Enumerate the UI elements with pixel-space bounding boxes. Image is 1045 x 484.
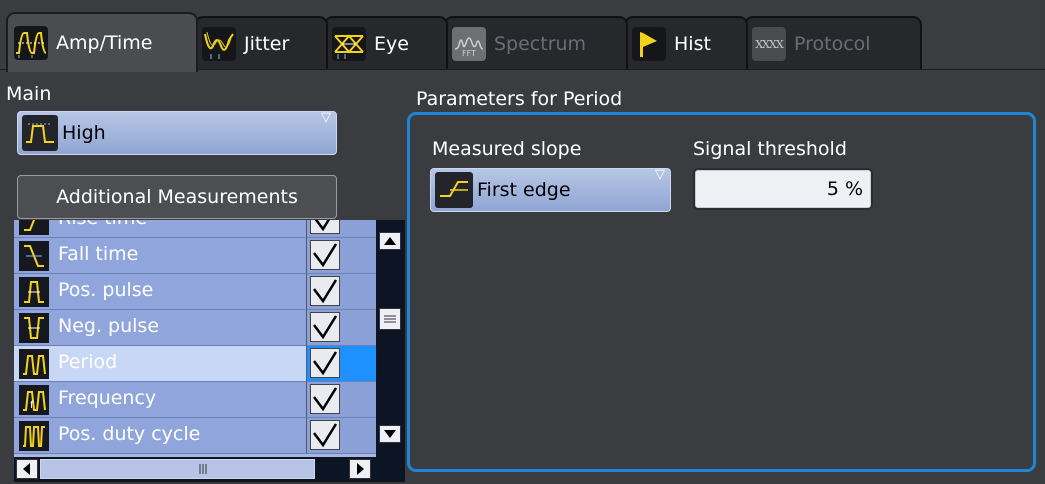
- scroll-left-button[interactable]: [16, 459, 38, 479]
- neg-pulse-icon: [19, 313, 49, 343]
- frequency-icon: f: [19, 385, 49, 415]
- svg-text:f: f: [30, 400, 34, 411]
- list-item[interactable]: Fall time: [14, 238, 376, 274]
- tab-eye[interactable]: Eye: [324, 16, 448, 70]
- rise-time-icon: [19, 220, 49, 235]
- tab-spectrum[interactable]: FFT Spectrum: [444, 16, 628, 70]
- scroll-right-button[interactable]: [349, 459, 371, 479]
- checkbox[interactable]: [310, 240, 340, 270]
- measured-slope-value: First edge: [477, 179, 571, 201]
- horizontal-scrollbar[interactable]: [14, 457, 405, 482]
- checkbox[interactable]: [310, 276, 340, 306]
- tab-jitter[interactable]: Jitter: [194, 16, 328, 70]
- duty-cycle-icon: [19, 421, 49, 451]
- params-title: Parameters for Period: [416, 88, 623, 110]
- chevron-down-icon: ▽: [321, 110, 331, 125]
- histogram-flag-icon: [632, 27, 666, 61]
- scroll-up-button[interactable]: [379, 232, 401, 250]
- list-item-label: Pos. pulse: [58, 279, 154, 301]
- main-label: Main: [6, 83, 52, 105]
- checkbox[interactable]: [310, 220, 340, 234]
- list-item[interactable]: Rise time: [14, 220, 376, 238]
- vertical-scrollbar[interactable]: [376, 220, 405, 457]
- measurement-tab-bar: XXXX Protocol Hist FFT Spectrum Eye Jitt…: [0, 0, 1045, 72]
- fall-time-icon: [19, 241, 49, 271]
- list-item-selected[interactable]: Period: [14, 346, 376, 382]
- measured-slope-dropdown[interactable]: First edge ▽: [430, 167, 671, 212]
- list-item-label: Neg. pulse: [58, 315, 160, 337]
- protocol-icon: XXXX: [752, 27, 786, 61]
- list-item-label: Rise time: [58, 220, 147, 229]
- horizontal-scroll-thumb[interactable]: [40, 459, 315, 479]
- checkbox[interactable]: [310, 348, 340, 378]
- scroll-thumb[interactable]: [379, 308, 401, 330]
- main-measurement-value: High: [62, 122, 106, 144]
- measurement-list: Rise time Fall time Pos. pulse Neg. puls…: [14, 220, 405, 482]
- edge-slope-icon: [435, 172, 473, 208]
- list-item[interactable]: Neg. pulse: [14, 310, 376, 346]
- threshold-label: Signal threshold: [693, 138, 847, 160]
- params-panel: [407, 112, 1036, 472]
- list-item-label: Pos. duty cycle: [58, 423, 201, 445]
- checkbox[interactable]: [310, 384, 340, 414]
- checkbox[interactable]: [310, 420, 340, 450]
- list-item-label: Period: [58, 351, 118, 373]
- list-item[interactable]: Pos. duty cycle: [14, 418, 376, 454]
- scroll-down-button[interactable]: [379, 425, 401, 443]
- pos-pulse-icon: [19, 277, 49, 307]
- tab-hist[interactable]: Hist: [624, 16, 748, 70]
- tab-protocol[interactable]: XXXX Protocol: [744, 16, 922, 70]
- checkbox[interactable]: [310, 312, 340, 342]
- pulse-high-icon: [22, 115, 58, 151]
- amp-time-icon: [14, 26, 48, 60]
- eye-diagram-icon: [332, 27, 366, 61]
- jitter-icon: [202, 27, 236, 61]
- list-item-label: Frequency: [58, 387, 157, 409]
- list-item[interactable]: Pos. pulse: [14, 274, 376, 310]
- chevron-down-icon: ▽: [655, 167, 665, 182]
- additional-measurements-button[interactable]: Additional Measurements: [17, 175, 337, 219]
- main-measurement-dropdown[interactable]: High ▽: [17, 110, 337, 155]
- slope-label: Measured slope: [432, 138, 582, 160]
- list-item-label: Fall time: [58, 243, 139, 265]
- period-icon: [19, 349, 49, 379]
- signal-threshold-field[interactable]: 5 %: [693, 168, 873, 210]
- list-item[interactable]: f Frequency: [14, 382, 376, 418]
- tab-amp-time[interactable]: Amp/Time: [6, 12, 198, 72]
- spectrum-fft-icon: FFT: [452, 27, 486, 61]
